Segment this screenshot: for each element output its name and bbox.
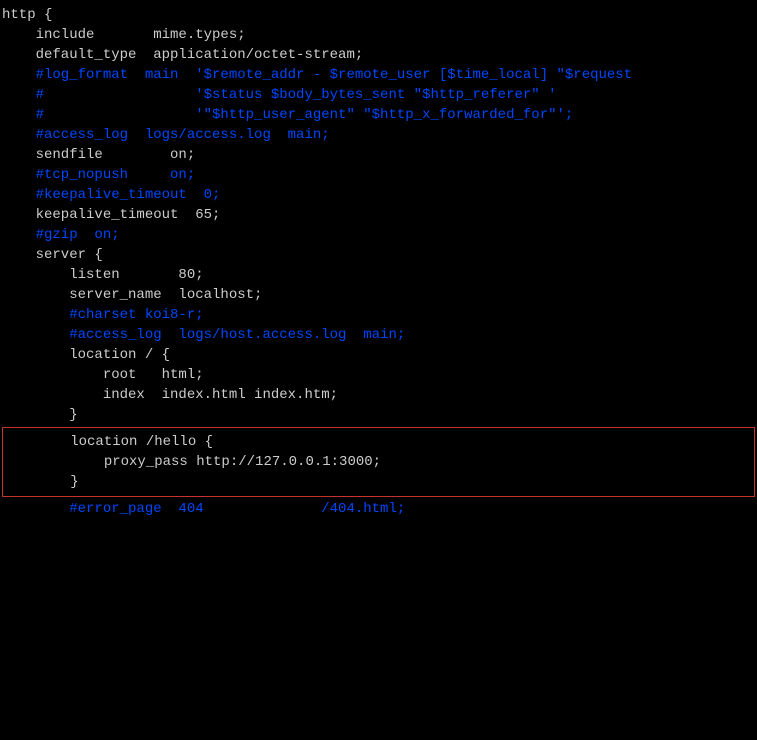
code-line: listen 80; xyxy=(2,265,755,285)
code-comment-line: #charset koi8-r; xyxy=(2,305,755,325)
code-line: location / { xyxy=(2,345,755,365)
code-line: keepalive_timeout 65; xyxy=(2,205,755,225)
code-comment-line: #access_log logs/access.log main; xyxy=(2,125,755,145)
code-line: location /hello { xyxy=(3,432,754,452)
code-line: default_type application/octet-stream; xyxy=(2,45,755,65)
code-line: } xyxy=(2,405,755,425)
code-line: sendfile on; xyxy=(2,145,755,165)
code-line: server { xyxy=(2,245,755,265)
code-comment-line: #keepalive_timeout 0; xyxy=(2,185,755,205)
code-comment-line: #gzip on; xyxy=(2,225,755,245)
code-line: root html; xyxy=(2,365,755,385)
code-comment-line: #tcp_nopush on; xyxy=(2,165,755,185)
code-comment-line: #log_format main '$remote_addr - $remote… xyxy=(2,65,755,85)
code-comment-line: # '$status $body_bytes_sent "$http_refer… xyxy=(2,85,755,105)
code-line: index index.html index.htm; xyxy=(2,385,755,405)
code-comment-line: #error_page 404 /404.html; xyxy=(2,499,755,519)
code-line: http { xyxy=(2,5,755,25)
code-line: } xyxy=(3,472,754,492)
highlighted-region: location /hello { proxy_pass http://127.… xyxy=(2,427,755,497)
code-comment-line: #access_log logs/host.access.log main; xyxy=(2,325,755,345)
code-line: proxy_pass http://127.0.0.1:3000; xyxy=(3,452,754,472)
code-line: server_name localhost; xyxy=(2,285,755,305)
code-comment-line: # '"$http_user_agent" "$http_x_forwarded… xyxy=(2,105,755,125)
code-line: include mime.types; xyxy=(2,25,755,45)
code-block: http { include mime.types; default_type … xyxy=(2,5,755,519)
